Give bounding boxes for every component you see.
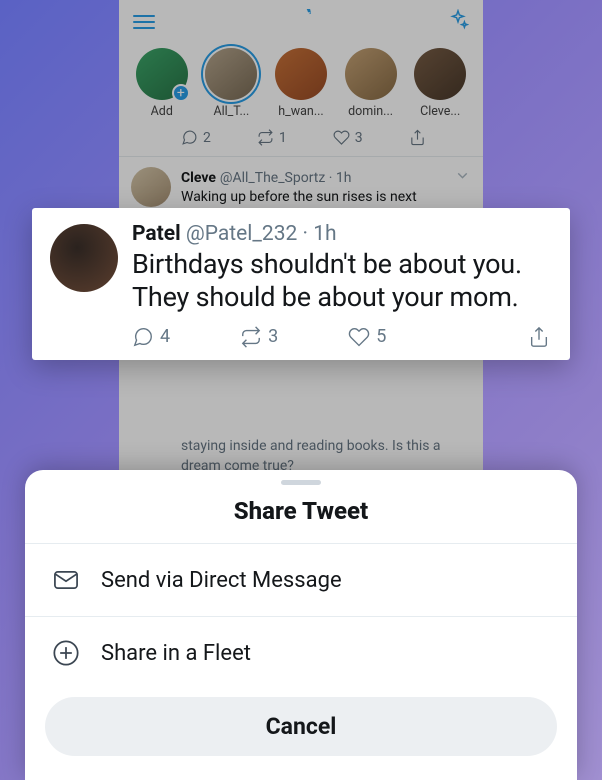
- fleet-label: Add: [151, 104, 173, 119]
- tweet-text: Birthdays shouldn't be about you. They s…: [132, 248, 550, 314]
- fleet-label: h_wan...: [278, 104, 324, 119]
- tweet-meta: Patel @Patel_232 · 1h: [132, 222, 550, 246]
- sheet-grabber[interactable]: [281, 480, 321, 485]
- tweet-handle: @All_The_Sportz · 1h: [220, 170, 352, 186]
- share-icon[interactable]: [409, 129, 426, 146]
- cancel-button[interactable]: Cancel: [45, 697, 557, 756]
- share-button[interactable]: [528, 326, 550, 348]
- sparkle-icon[interactable]: [447, 9, 469, 35]
- like-count[interactable]: 3: [333, 129, 363, 146]
- plus-icon: +: [172, 84, 190, 102]
- fleets-row: + Add All_T... h_wan... domin... Cleve..…: [119, 44, 483, 121]
- send-dm-option[interactable]: Send via Direct Message: [25, 544, 577, 616]
- fleet-label: All_T...: [213, 104, 249, 119]
- option-label: Send via Direct Message: [101, 568, 342, 593]
- avatar[interactable]: [50, 224, 118, 292]
- fleet-item[interactable]: domin...: [338, 48, 404, 119]
- retweet-count[interactable]: 1: [257, 129, 287, 146]
- fleet-item[interactable]: Cleve...: [407, 48, 473, 119]
- tweet-author-name: Cleve: [181, 170, 216, 186]
- fleet-item[interactable]: h_wan...: [268, 48, 334, 119]
- tweet-handle: @Patel_232 · 1h: [186, 222, 337, 246]
- retweet-button[interactable]: 3: [240, 326, 278, 348]
- plus-circle-icon: [51, 639, 81, 667]
- hamburger-icon[interactable]: [133, 15, 155, 29]
- share-sheet: Share Tweet Send via Direct Message Shar…: [25, 470, 577, 780]
- avatar: [131, 167, 171, 207]
- reply-button[interactable]: 4: [132, 326, 170, 348]
- fleet-add[interactable]: + Add: [129, 48, 195, 119]
- bg-tweet-actions: 2 1 3: [119, 121, 483, 157]
- option-label: Share in a Fleet: [101, 641, 251, 666]
- fleet-label: Cleve...: [420, 104, 460, 119]
- fleet-label: domin...: [348, 104, 393, 119]
- envelope-icon: [51, 566, 81, 594]
- tweet-actions: 4 3 5: [132, 326, 550, 348]
- fleet-item[interactable]: All_T...: [199, 48, 265, 119]
- tweet-author-name[interactable]: Patel: [132, 222, 181, 246]
- like-button[interactable]: 5: [348, 326, 386, 348]
- share-fleet-option[interactable]: Share in a Fleet: [25, 617, 577, 689]
- chevron-down-icon[interactable]: [454, 167, 471, 188]
- reply-count[interactable]: 2: [181, 129, 211, 146]
- highlighted-tweet-card: Patel @Patel_232 · 1h Birthdays shouldn'…: [32, 208, 570, 360]
- tweet-text: Waking up before the sun rises is next: [181, 188, 471, 206]
- twitter-logo-icon: [290, 9, 312, 35]
- sheet-title: Share Tweet: [25, 497, 577, 543]
